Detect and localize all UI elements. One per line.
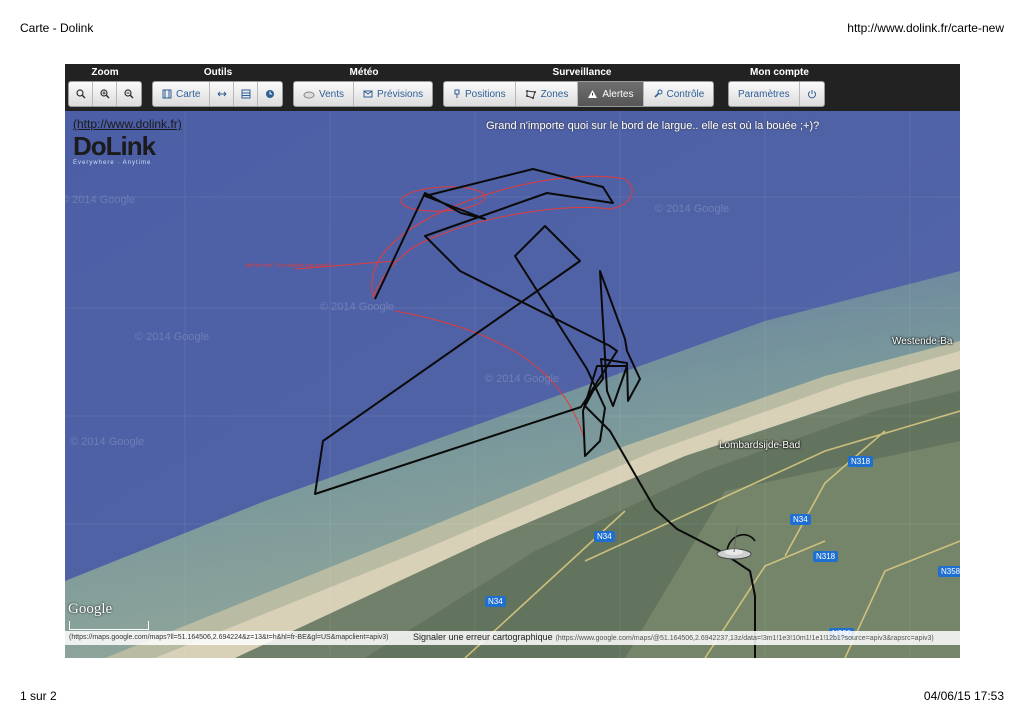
zoom-in-icon [99, 89, 110, 99]
watermark: © 2014 Google [135, 331, 210, 343]
logout-button[interactable] [800, 82, 824, 106]
parametres-button[interactable]: Paramètres [729, 82, 800, 106]
envelope-icon [363, 90, 373, 98]
watermark: © 2014 Google [485, 373, 560, 385]
attribution-bar: (https://maps.google.com/maps?ll=51.1645… [65, 631, 960, 645]
map-icon [162, 89, 172, 99]
vents-label: Vents [319, 88, 345, 100]
outils-buttons: Carte [152, 81, 284, 107]
dolink-logo: DoLink Everywhere · Anytime [73, 131, 156, 166]
controle-label: Contrôle [666, 88, 705, 100]
carte-label: Carte [176, 88, 201, 100]
compte-group-label: Mon compte [750, 67, 809, 78]
zones-button[interactable]: Zones [516, 82, 579, 106]
zoom-fit-icon [75, 89, 86, 99]
road-label: N34 [790, 514, 811, 525]
pin-icon [454, 89, 460, 98]
red-note: shift de vent ? ou meilleure cap avant ? [245, 263, 332, 269]
attribution-link[interactable]: (https://maps.google.com/maps?ll=51.1645… [69, 634, 388, 641]
print-datetime: 04/06/15 17:53 [923, 689, 1004, 703]
road-label: N34 [485, 596, 506, 607]
zones-label: Zones [540, 88, 569, 100]
dolink-link[interactable]: (http://www.dolink.fr) [73, 117, 182, 131]
surveillance-buttons: Positions Zones Alertes Contrôle [443, 81, 715, 107]
alertes-button[interactable]: Alertes [578, 82, 644, 106]
clock-icon [266, 90, 275, 98]
zoom-out-icon [124, 89, 134, 99]
parametres-label: Paramètres [738, 88, 790, 100]
controle-button[interactable]: Contrôle [644, 82, 714, 106]
surveillance-group-label: Surveillance [552, 67, 612, 78]
polygon-icon [525, 90, 536, 99]
zoom-buttons [68, 81, 142, 107]
road-label: N318 [813, 551, 839, 562]
scale-bar [69, 621, 149, 630]
measure-button[interactable] [210, 82, 235, 106]
road-label: N34 [594, 531, 615, 542]
zoom-fit-button[interactable] [69, 82, 93, 106]
logo-text: DoLink [73, 131, 156, 161]
cloud-icon [303, 91, 315, 99]
watermark: © 2014 Google [655, 203, 730, 215]
page-count: 1 sur 2 [20, 689, 57, 703]
place-label-lombardsijde: Lombardsijde-Bad [719, 440, 801, 451]
report-error-url: (https://www.google.com/maps/@51.164506,… [555, 635, 934, 642]
map-app: Zoom Outils Météo Surveillance Mon compt… [65, 64, 960, 658]
carte-button[interactable]: Carte [153, 82, 211, 106]
meteo-buttons: Vents Prévisions [293, 81, 434, 107]
annotation-text: Grand n'importe quoi sur le bord de larg… [486, 120, 820, 132]
grid-button[interactable] [234, 82, 259, 106]
arrows-horizontal-icon [217, 91, 227, 97]
zoom-out-button[interactable] [117, 82, 141, 106]
google-logo: Google [68, 601, 113, 617]
previsions-button[interactable]: Prévisions [354, 82, 432, 106]
vents-button[interactable]: Vents [294, 82, 355, 106]
meteo-group-label: Météo [349, 67, 379, 78]
road-label: N358 [938, 566, 960, 577]
report-error-label: Signaler une erreur cartographique [413, 632, 553, 642]
positions-label: Positions [465, 88, 506, 100]
warning-icon [588, 90, 598, 98]
alertes-label: Alertes [602, 88, 634, 100]
logo-tagline: Everywhere · Anytime [73, 160, 152, 166]
grid-icon [241, 89, 251, 99]
positions-button[interactable]: Positions [444, 82, 516, 106]
outils-group-label: Outils [203, 67, 233, 78]
toolbar: Zoom Outils Météo Surveillance Mon compt… [65, 64, 960, 111]
power-icon [807, 90, 816, 99]
page-title: Carte - Dolink [20, 21, 94, 35]
watermark: © 2014 Google [65, 194, 136, 206]
road-label: N318 [848, 456, 874, 467]
report-error-link[interactable]: Signaler une erreur cartographique (https… [413, 632, 934, 642]
compte-buttons: Paramètres [728, 81, 825, 107]
place-label-westende: Westende-Ba [892, 336, 953, 347]
wrench-icon [653, 89, 662, 98]
watermark: © 2014 Google [70, 436, 145, 448]
previsions-label: Prévisions [377, 88, 424, 100]
zoom-group-label: Zoom [91, 67, 119, 78]
zoom-in-button[interactable] [93, 82, 117, 106]
map-view[interactable]: © 2014 Google © 2014 Google © 2014 Googl… [65, 111, 960, 658]
watermark: © 2014 Google [320, 301, 395, 313]
history-button[interactable] [258, 82, 282, 106]
page-url: http://www.dolink.fr/carte-new [847, 21, 1004, 35]
